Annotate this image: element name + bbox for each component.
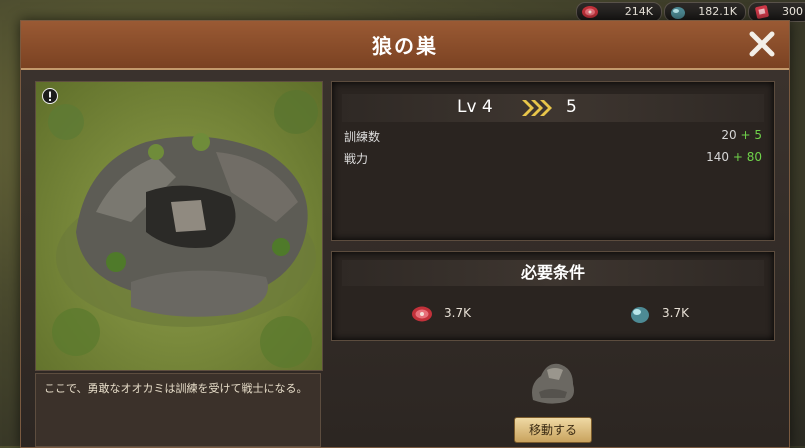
water-amount: 182.1K	[698, 5, 737, 18]
requirements-panel: 必要条件 3.7K 3.7K	[331, 251, 775, 341]
meat-icon	[582, 6, 598, 18]
gem-amount: 300	[782, 5, 803, 18]
requirement-value: 3.7K	[662, 306, 689, 320]
stat-label: 戦力	[344, 152, 369, 166]
upgrade-arrow-icon	[522, 100, 552, 116]
title-bar: 狼の巣	[21, 21, 789, 70]
current-level: Lv 4	[457, 97, 493, 117]
resource-water[interactable]: 182.1K	[664, 2, 746, 22]
stat-base: 140	[706, 150, 730, 164]
building-dialog: 狼の巣 ここで、勇敢なオオカミは訓練を受けて戦士になる。 Lv 4 5 訓練数 …	[20, 20, 790, 448]
alert-icon[interactable]	[42, 88, 58, 104]
stat-value: 20 + 5	[721, 128, 762, 142]
level-header: Lv 4 5	[342, 94, 764, 122]
resource-gem[interactable]: 300	[748, 2, 805, 22]
wolf-den-image	[35, 81, 323, 371]
resource-meat[interactable]: 214K	[576, 2, 662, 22]
gem-icon	[755, 5, 769, 19]
meat-icon	[412, 306, 432, 322]
close-icon[interactable]	[745, 27, 779, 61]
move-button[interactable]: 移動する	[514, 417, 592, 443]
stat-row-training: 訓練数 20 + 5	[342, 126, 764, 146]
water-drop-icon	[631, 307, 649, 323]
stat-plus: + 80	[732, 150, 762, 164]
stat-plus: + 5	[740, 128, 762, 142]
stone-icon	[532, 363, 574, 404]
requirement-meat: 3.7K	[410, 304, 500, 324]
next-level: 5	[566, 97, 577, 117]
meat-amount: 214K	[624, 5, 653, 18]
building-description: ここで、勇敢なオオカミは訓練を受けて戦士になる。	[35, 373, 321, 447]
stat-row-power: 戦力 140 + 80	[342, 148, 764, 168]
resource-bar: 214K 182.1K 300	[570, 0, 805, 22]
requirements-title: 必要条件	[342, 260, 764, 286]
dialog-content: ここで、勇敢なオオカミは訓練を受けて戦士になる。 Lv 4 5 訓練数 20 +…	[21, 70, 789, 447]
dialog-title: 狼の巣	[372, 34, 438, 58]
requirement-water: 3.7K	[628, 304, 718, 324]
requirement-value: 3.7K	[444, 306, 471, 320]
stat-value: 140 + 80	[706, 150, 762, 164]
stat-label: 訓練数	[344, 130, 381, 144]
stat-base: 20	[721, 128, 737, 142]
wolf-den-illustration	[48, 90, 318, 368]
water-drop-icon	[671, 7, 685, 19]
level-panel: Lv 4 5 訓練数 20 + 5 戦力 140 + 80	[331, 81, 775, 241]
